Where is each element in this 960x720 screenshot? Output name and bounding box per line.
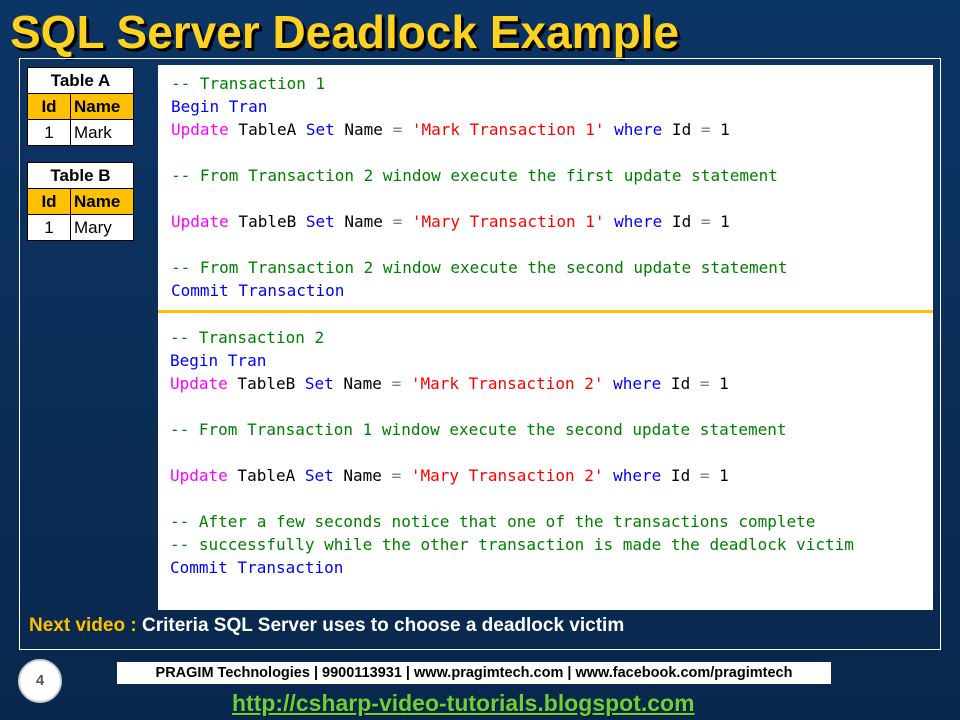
table-b-cell-id: 1 xyxy=(27,214,71,241)
table-b-header-name: Name xyxy=(70,188,134,215)
code-identifier: TableA xyxy=(228,120,306,139)
code-keyword: Update xyxy=(171,212,229,231)
code-keyword: where xyxy=(613,374,662,393)
code-identifier: Id xyxy=(661,374,700,393)
code-number: 1 xyxy=(710,120,730,139)
code-identifier: Name xyxy=(333,466,392,485)
code-update-statement: Update TableA Set Name = 'Mary Transacti… xyxy=(170,466,729,486)
code-begin-tran: Begin Tran xyxy=(170,351,267,370)
table-row: 1 Mary xyxy=(27,214,134,241)
code-keyword: Update xyxy=(170,374,228,393)
company-info: PRAGIM Technologies | 9900113931 | www.p… xyxy=(117,662,831,684)
code-keyword: Set xyxy=(304,374,334,393)
code-comment: -- successfully while the other transact… xyxy=(170,535,854,554)
table-b-header-id: Id xyxy=(27,188,71,215)
code-string: 'Mark Transaction 2' xyxy=(401,374,614,393)
code-operator: = xyxy=(391,466,402,485)
code-update-statement: Update TableA Set Name = 'Mark Transacti… xyxy=(171,120,730,140)
code-string: 'Mark Transaction 1' xyxy=(402,120,615,139)
slide-title: SQL Server Deadlock Example xyxy=(10,6,680,58)
transaction-divider xyxy=(158,310,933,313)
code-update-statement: Update TableB Set Name = 'Mark Transacti… xyxy=(170,374,729,394)
code-keyword: Set xyxy=(305,120,335,139)
table-b-cell-name: Mary xyxy=(70,214,134,241)
code-keyword: Update xyxy=(170,466,228,485)
code-comment: -- From Transaction 2 window execute the… xyxy=(171,166,778,185)
code-identifier: Id xyxy=(662,120,701,139)
next-video-line: Next video : Criteria SQL Server uses to… xyxy=(29,613,624,639)
code-number: 1 xyxy=(710,212,730,231)
code-number: 1 xyxy=(709,466,729,485)
code-keyword: where xyxy=(614,120,663,139)
code-comment: -- After a few seconds notice that one o… xyxy=(170,512,816,531)
table-row: 1 Mark xyxy=(27,119,134,146)
code-commit: Commit Transaction xyxy=(170,558,344,577)
code-number: 1 xyxy=(709,374,729,393)
code-begin-tran: Begin Tran xyxy=(171,97,268,116)
code-comment: -- Transaction 2 xyxy=(170,328,325,347)
code-operator: = xyxy=(392,120,403,139)
table-a-header-name: Name xyxy=(70,93,134,120)
code-identifier: Name xyxy=(334,212,393,231)
code-identifier: TableB xyxy=(227,374,305,393)
table-b: Table B Id Name 1 Mary xyxy=(27,162,134,241)
table-a-header-id: Id xyxy=(27,93,71,120)
code-identifier: Id xyxy=(661,466,700,485)
code-identifier: TableB xyxy=(228,212,306,231)
code-identifier: Id xyxy=(662,212,701,231)
table-b-caption: Table B xyxy=(27,162,134,189)
code-identifier: Name xyxy=(334,120,393,139)
code-keyword: Update xyxy=(171,120,229,139)
code-update-statement: Update TableB Set Name = 'Mary Transacti… xyxy=(171,212,730,232)
table-a-cell-name: Mark xyxy=(70,119,134,146)
table-a-cell-id: 1 xyxy=(27,119,71,146)
table-a-caption: Table A xyxy=(27,67,134,94)
code-keyword: Set xyxy=(304,466,334,485)
page-number-badge: 4 xyxy=(18,659,62,703)
sql-code-panel: -- Transaction 1 Begin Tran Update Table… xyxy=(158,65,933,610)
code-string: 'Mary Transaction 2' xyxy=(401,466,614,485)
code-operator: = xyxy=(391,374,402,393)
code-keyword: where xyxy=(614,212,663,231)
code-operator: = xyxy=(392,212,403,231)
blog-url-link[interactable]: http://csharp-video-tutorials.blogspot.c… xyxy=(232,689,695,717)
next-video-text: Criteria SQL Server uses to choose a dea… xyxy=(141,615,625,636)
next-video-label: Next video : xyxy=(29,615,142,636)
code-commit: Commit Transaction xyxy=(171,281,345,300)
code-identifier: Name xyxy=(333,374,392,393)
code-identifier: TableA xyxy=(227,466,305,485)
code-comment: -- Transaction 1 xyxy=(171,74,326,93)
code-keyword: where xyxy=(613,466,662,485)
code-string: 'Mary Transaction 1' xyxy=(402,212,615,231)
code-keyword: Set xyxy=(305,212,335,231)
table-a: Table A Id Name 1 Mark xyxy=(27,67,134,146)
code-comment: -- From Transaction 1 window execute the… xyxy=(170,420,787,439)
code-comment: -- From Transaction 2 window execute the… xyxy=(171,258,788,277)
